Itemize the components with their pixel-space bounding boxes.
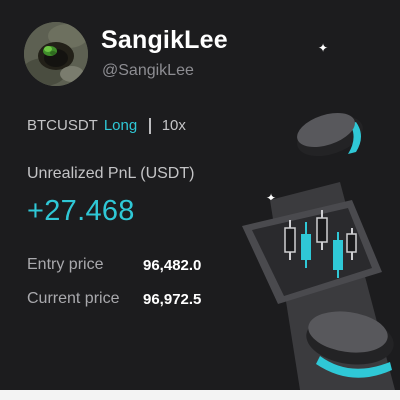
avatar xyxy=(24,22,88,86)
pnl-share-card: SangikLee @SangikLee ✦ BTCUSDT Long 10x … xyxy=(0,0,400,390)
leverage: 10x xyxy=(161,117,186,134)
trade-summary: BTCUSDT Long 10x xyxy=(27,117,186,134)
pnl-label: Unrealized PnL (USDT) xyxy=(27,165,195,182)
divider xyxy=(149,117,151,134)
entry-price-label: Entry price xyxy=(27,256,104,273)
profile-handle: @SangikLee xyxy=(102,62,194,79)
profile-name: SangikLee xyxy=(101,26,228,54)
sparkle-icon: ✦ xyxy=(318,41,329,55)
trading-illustration xyxy=(242,112,395,390)
current-price-label: Current price xyxy=(27,290,120,307)
position-side: Long xyxy=(103,117,138,134)
entry-price-value: 96,482.0 xyxy=(143,257,202,274)
trading-pair: BTCUSDT xyxy=(27,117,98,134)
current-price-value: 96,972.5 xyxy=(143,291,202,308)
pnl-value: +27.468 xyxy=(27,195,135,227)
